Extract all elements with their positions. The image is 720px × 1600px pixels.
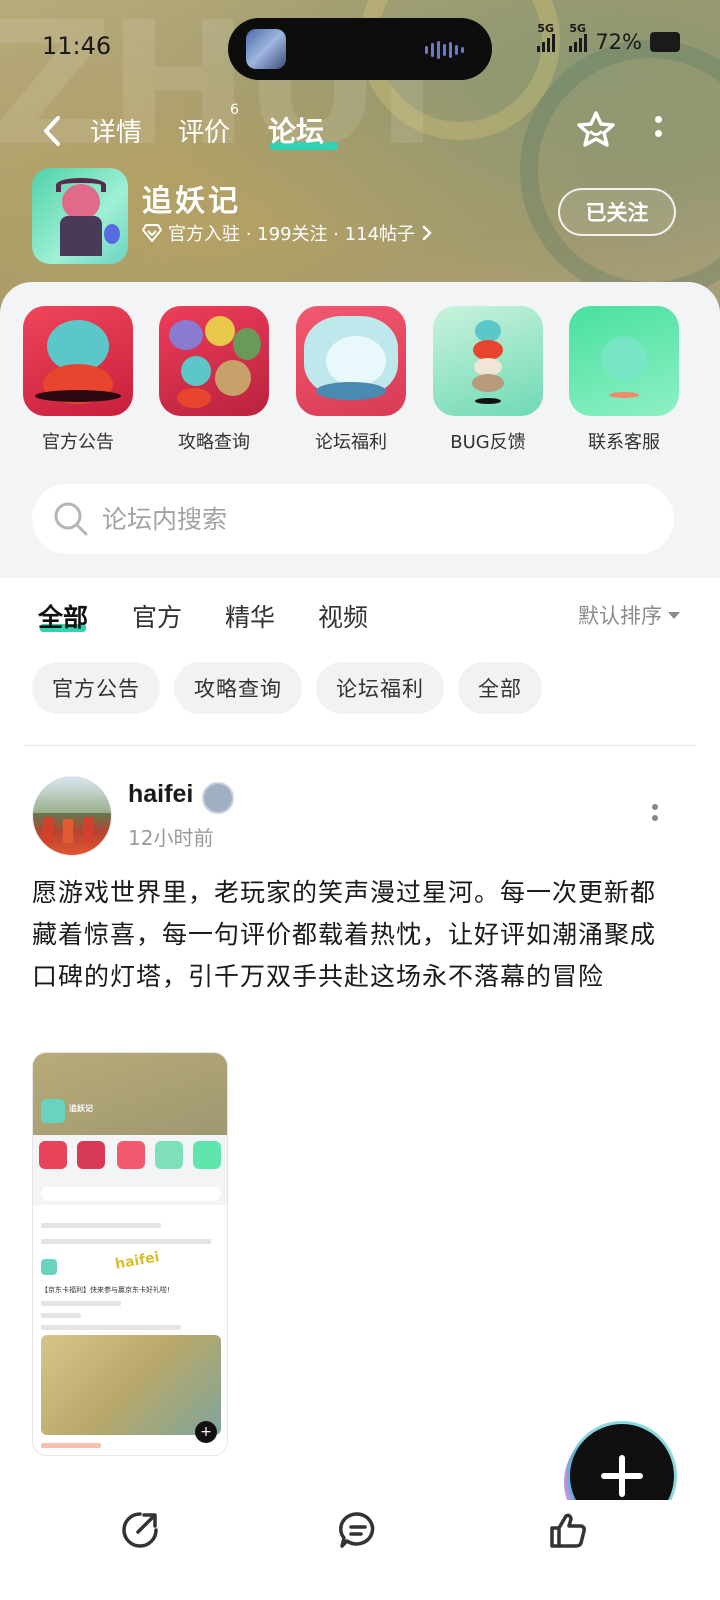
post-username[interactable]: haifei (128, 780, 193, 809)
tab-forum[interactable]: 论坛 (268, 110, 324, 150)
announcement-mascot-icon (23, 306, 133, 416)
favorite-button[interactable] (574, 108, 618, 152)
image-shortcut-icon (155, 1141, 183, 1169)
audio-wave-icon (425, 41, 464, 59)
tab-details[interactable]: 详情 (90, 112, 142, 149)
post-body: 愿游戏世界里，老玩家的笑声漫过星河。每一次更新都藏着惊喜，每一句评价都载着热忱，… (32, 878, 657, 991)
sort-label: 默认排序 (578, 604, 662, 628)
divider (24, 745, 696, 746)
guide-characters-icon (159, 306, 269, 416)
forum-header: ZHUI 11:46 5G 5G 72% 详情 评价 6 论坛 追妖记 官方入驻… (0, 0, 720, 330)
shortcut-label: 官方公告 (42, 432, 114, 453)
shortcut-contact-support[interactable]: 联系客服 (568, 306, 680, 454)
top-nav: 详情 评价 6 论坛 (0, 102, 720, 156)
image-announcement-text: 【京东卡福利】快来参与赢京东卡好礼啦! (41, 1286, 170, 1294)
thumbs-up-icon (550, 1513, 586, 1548)
status-time: 11:46 (42, 32, 112, 60)
filter-tab-featured[interactable]: 精华 (225, 598, 275, 634)
signal-icon: 5G (569, 22, 588, 52)
status-indicators: 5G 5G 72% (537, 22, 680, 54)
image-chips-line (41, 1239, 211, 1244)
image-shortcut-icon (77, 1141, 105, 1169)
search-icon (54, 502, 88, 536)
post-action-bar (0, 1500, 720, 1600)
comment-button[interactable] (338, 1510, 378, 1550)
shortcut-label: 联系客服 (588, 432, 660, 453)
shortcut-panel: 官方公告 攻略查询 论坛福利 BUG反馈 联系客服 论坛内搜索 (0, 282, 720, 578)
image-game-title: 追妖记 (69, 1104, 93, 1113)
battery-icon (650, 32, 680, 52)
shortcut-guide-lookup[interactable]: 攻略查询 (158, 306, 270, 454)
forum-search-bar[interactable] (32, 484, 674, 554)
like-button[interactable] (548, 1510, 588, 1550)
image-text-line (41, 1301, 121, 1306)
tab-reviews[interactable]: 评价 (178, 112, 230, 149)
user-level-badge-icon (202, 782, 234, 814)
filter-tab-official[interactable]: 官方 (132, 598, 182, 634)
chip-official-announcements[interactable]: 官方公告 (32, 662, 160, 714)
image-text-line (41, 1313, 81, 1318)
star-icon (577, 111, 615, 147)
shortcut-forum-benefits[interactable]: 论坛福利 (295, 306, 407, 454)
image-shortcut-icon (39, 1141, 67, 1169)
dynamic-island (228, 18, 492, 80)
filter-tab-all[interactable]: 全部 (38, 598, 88, 634)
chevron-right-icon (422, 225, 432, 241)
shortcut-label: BUG反馈 (450, 432, 526, 453)
shortcut-label: 攻略查询 (178, 432, 250, 453)
image-text-line (41, 1443, 101, 1448)
image-text-line (41, 1325, 181, 1330)
game-meta-text: 官方入驻 · 199关注 · 114帖子 (168, 224, 416, 245)
shortcut-official-announcements[interactable]: 官方公告 (22, 306, 134, 454)
image-plus-icon: + (195, 1421, 217, 1443)
image-search-bar (41, 1187, 221, 1201)
image-banner (41, 1335, 221, 1435)
post-filter-tabs: 全部 官方 精华 视频 默认排序 (0, 590, 720, 650)
battery-percent: 72% (595, 30, 642, 54)
chevron-left-icon (44, 116, 60, 146)
support-mascot-icon (569, 306, 679, 416)
game-meta[interactable]: 官方入驻 · 199关注 · 114帖子 (142, 220, 433, 246)
now-playing-thumbnail (246, 29, 286, 69)
caret-down-icon (668, 611, 680, 619)
filter-tab-video[interactable]: 视频 (318, 598, 368, 634)
image-avatar (41, 1259, 57, 1275)
bug-totem-icon (433, 306, 543, 416)
back-button[interactable] (38, 114, 68, 148)
game-info: 追妖记 官方入驻 · 199关注 · 114帖子 已关注 (0, 166, 720, 266)
shortcut-bug-report[interactable]: BUG反馈 (432, 306, 544, 454)
signal-icon: 5G (537, 22, 556, 52)
image-tabs-line (41, 1223, 161, 1228)
chip-forum-benefits[interactable]: 论坛福利 (316, 662, 444, 714)
search-input[interactable] (102, 484, 642, 554)
chip-all[interactable]: 全部 (458, 662, 542, 714)
share-button[interactable] (120, 1510, 160, 1550)
avatar[interactable] (32, 776, 112, 856)
shortcut-label: 论坛福利 (315, 432, 387, 453)
post-image[interactable]: 追妖记 haifei 【京东卡福利】快来参与赢京东卡好礼啦! + (32, 1052, 228, 1456)
more-options-button[interactable] (652, 116, 664, 144)
image-game-icon (41, 1099, 65, 1123)
benefits-creature-icon (296, 306, 406, 416)
plus-icon (601, 1455, 643, 1497)
game-title: 追妖记 (142, 184, 241, 219)
category-chips: 官方公告 攻略查询 论坛福利 全部 (32, 662, 542, 714)
post-more-button[interactable] (652, 804, 660, 826)
share-icon (122, 1512, 158, 1548)
sort-dropdown[interactable]: 默认排序 (578, 600, 680, 630)
comment-icon (339, 1512, 375, 1548)
verified-diamond-icon (142, 224, 162, 242)
image-shortcut-icon (193, 1141, 221, 1169)
chip-guide-lookup[interactable]: 攻略查询 (174, 662, 302, 714)
follow-button[interactable]: 已关注 (558, 188, 676, 236)
status-bar: 11:46 5G 5G 72% (0, 18, 720, 80)
reviews-count-badge: 6 (230, 102, 239, 118)
game-icon[interactable] (32, 168, 128, 264)
image-header-area (33, 1053, 227, 1135)
image-shortcut-icon (117, 1141, 145, 1169)
post-timestamp: 12小时前 (128, 826, 214, 850)
image-watermark: haifei (113, 1249, 161, 1273)
